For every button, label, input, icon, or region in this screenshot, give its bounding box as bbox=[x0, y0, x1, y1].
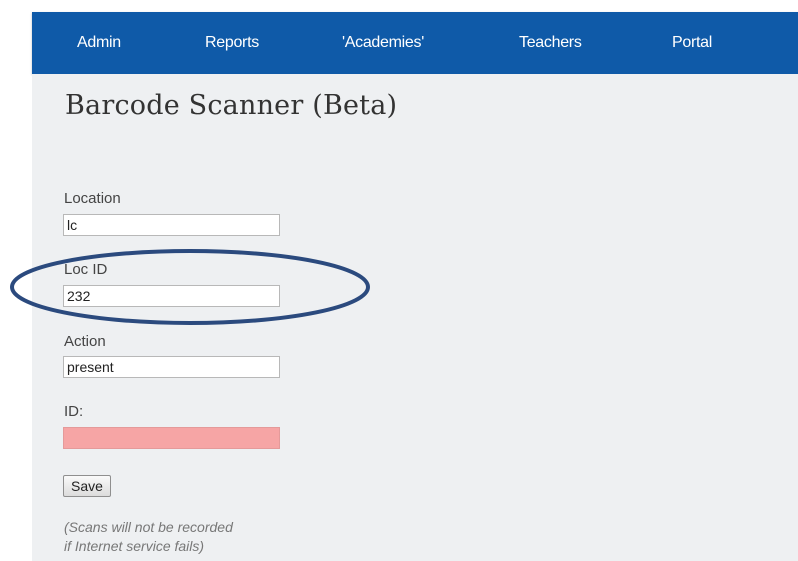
note-line-1: (Scans will not be recorded bbox=[64, 519, 233, 535]
loc-id-input[interactable] bbox=[63, 285, 280, 307]
note-line-2: if Internet service fails) bbox=[64, 538, 205, 554]
id-input[interactable] bbox=[63, 427, 280, 449]
offline-warning-note: (Scans will not be recorded if Internet … bbox=[64, 518, 233, 556]
loc-id-label: Loc ID bbox=[64, 261, 108, 278]
action-input[interactable] bbox=[63, 356, 280, 378]
id-label: ID: bbox=[64, 403, 84, 420]
page-title: Barcode Scanner (Beta) bbox=[65, 90, 398, 121]
location-label: Location bbox=[64, 190, 121, 207]
nav-item-admin[interactable]: Admin bbox=[77, 34, 121, 52]
location-input[interactable] bbox=[63, 214, 280, 236]
nav-item-academies[interactable]: 'Academies' bbox=[342, 34, 424, 52]
action-label: Action bbox=[64, 333, 106, 350]
nav-item-portal[interactable]: Portal bbox=[672, 34, 712, 52]
nav-item-reports[interactable]: Reports bbox=[205, 34, 259, 52]
main-content: Barcode Scanner (Beta) Location Loc ID A… bbox=[32, 74, 798, 561]
top-navigation-bar: Admin Reports 'Academies' Teachers Porta… bbox=[32, 12, 798, 74]
nav-item-teachers[interactable]: Teachers bbox=[519, 34, 582, 52]
app-frame: Admin Reports 'Academies' Teachers Porta… bbox=[0, 0, 798, 561]
save-button[interactable]: Save bbox=[63, 475, 111, 497]
